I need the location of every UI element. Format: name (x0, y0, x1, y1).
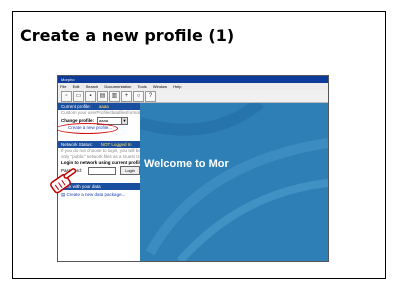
network-header-label: Network Status: (61, 142, 93, 147)
paste-icon[interactable]: ▥ (109, 90, 120, 102)
network-section-header: Network Status: NOT Logged In (58, 141, 140, 148)
network-header-value: NOT Logged In (100, 142, 132, 147)
window-title: Morpho (61, 77, 75, 82)
app-screenshot: Morpho File Edit Search Documentation To… (57, 75, 329, 262)
profile-header-value: aaaa (98, 104, 109, 109)
help-icon[interactable]: ? (145, 90, 156, 102)
hand-pointer-icon (50, 168, 77, 194)
menu-window[interactable]: Window (153, 84, 167, 89)
welcome-text: Welcome to Mor (144, 158, 229, 170)
highlight-oval (58, 123, 118, 134)
copy-icon[interactable]: ▤ (97, 90, 108, 102)
window-title-bar: Morpho (58, 76, 328, 83)
password-input[interactable] (88, 166, 117, 175)
menu-documentation[interactable]: Documentation (104, 84, 131, 89)
save-icon[interactable]: ▪ (85, 90, 96, 102)
login-button[interactable]: Login (120, 166, 141, 175)
new-icon[interactable]: ▫ (61, 90, 72, 102)
profile-section-header: Current profile: aaaa (58, 103, 140, 110)
slide-title: Create a new profile (1) (20, 26, 235, 45)
open-icon[interactable]: ▭ (73, 90, 84, 102)
menu-edit[interactable]: Edit (73, 84, 80, 89)
chevron-down-icon[interactable]: ▼ (122, 116, 129, 125)
menu-file[interactable]: File (60, 84, 66, 89)
background-swirl (140, 103, 328, 261)
welcome-panel: Welcome to Mor (140, 103, 328, 261)
profile-header-label: Current profile: (61, 104, 91, 109)
menu-tools[interactable]: Tools (137, 84, 146, 89)
profile-description: Custom your userProfile/datafilesformata… (61, 110, 163, 115)
search-icon[interactable]: ○ (133, 90, 144, 102)
menu-bar: File Edit Search Documentation Tools Win… (58, 83, 328, 90)
menu-search[interactable]: Search (86, 84, 99, 89)
menu-help[interactable]: Help (173, 84, 181, 89)
toolbar: ▫ ▭ ▪ ▤ ▥ + ○ ? (58, 90, 328, 103)
add-icon[interactable]: + (121, 90, 132, 102)
